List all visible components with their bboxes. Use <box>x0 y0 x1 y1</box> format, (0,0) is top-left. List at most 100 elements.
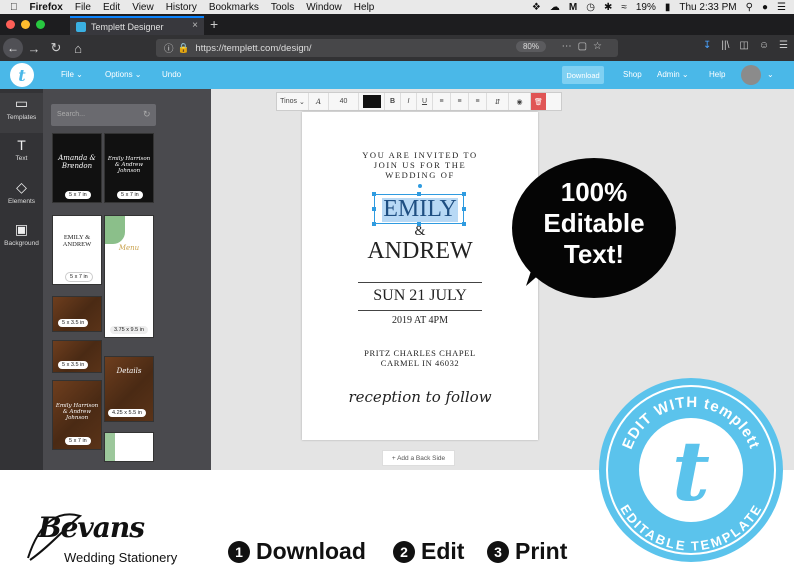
template-thumb[interactable]: Menu 3.75 x 9.5 in <box>104 215 154 338</box>
home-button[interactable]: ⌂ <box>67 41 89 56</box>
page-actions-icon[interactable]: ⋯▢☆ <box>562 41 608 52</box>
visibility-icon[interactable]: ◉ <box>509 93 531 110</box>
admin-menu[interactable]: Admin ⌄ <box>657 70 689 79</box>
invite-line-2[interactable]: JOIN US FOR THE <box>302 160 538 170</box>
template-thumb[interactable]: 5 x 3.5 in <box>52 340 102 373</box>
info-icon[interactable]: ⓘ <box>164 41 174 55</box>
spacing-icon[interactable]: ⇵ <box>487 93 509 110</box>
menu-history[interactable]: History <box>166 2 197 13</box>
menu-view[interactable]: View <box>132 2 154 13</box>
underline-button[interactable]: U <box>417 93 433 110</box>
template-thumb[interactable]: 5 x 3.5 in <box>52 296 102 332</box>
clock[interactable]: Thu 2:33 PM <box>679 2 736 13</box>
downloads-icon[interactable]: ↧ <box>703 40 711 51</box>
undo-button[interactable]: Undo <box>162 70 181 79</box>
forward-button[interactable]: → <box>23 41 45 56</box>
rail-background[interactable]: ▣ Background <box>0 219 43 259</box>
user-menu-chevron-icon[interactable]: ⌄ <box>767 70 774 79</box>
close-window-button[interactable] <box>6 20 15 29</box>
template-thumb[interactable]: EMILY & ANDREW 5 x 7 in <box>52 215 102 285</box>
battery-icon[interactable]: ▮ <box>665 2 671 13</box>
template-thumb[interactable]: Emily Harrison & Andrew Johnson 5 x 7 in <box>52 380 102 450</box>
rotate-handle[interactable] <box>418 184 422 188</box>
align-right-icon[interactable]: ≡ <box>469 93 487 110</box>
italic-button[interactable]: I <box>401 93 417 110</box>
menu-bookmarks[interactable]: Bookmarks <box>209 2 259 13</box>
invitation-page: YOU ARE INVITED TO JOIN US FOR THE WEDDI… <box>302 112 538 440</box>
reception-line[interactable]: reception to follow <box>302 388 538 406</box>
time-machine-icon[interactable]: ◷ <box>586 2 595 13</box>
template-thumb[interactable] <box>104 432 154 462</box>
text-icon: T <box>17 137 26 153</box>
refresh-icon[interactable]: ↻ <box>143 109 151 120</box>
templett-logo-icon[interactable]: t <box>10 63 34 87</box>
dropbox-icon[interactable]: ❖ <box>532 2 541 13</box>
menu-window[interactable]: Window <box>306 2 342 13</box>
account-button-icon[interactable]: ☺ <box>759 40 769 51</box>
add-back-side-button[interactable]: + Add a Back Side <box>382 450 455 466</box>
menu-help[interactable]: Help <box>354 2 375 13</box>
font-family-select[interactable]: Tinos ⌄ <box>277 93 309 110</box>
template-thumb[interactable]: Amanda & Brendon 5 x 7 in <box>52 133 102 203</box>
file-menu[interactable]: File ⌄ <box>61 70 83 79</box>
options-menu[interactable]: Options ⌄ <box>105 70 142 79</box>
align-left-icon[interactable]: ≡ <box>433 93 451 110</box>
font-size-input[interactable]: 40 <box>329 93 359 110</box>
close-tab-icon[interactable]: × <box>192 20 198 31</box>
hamburger-menu-icon[interactable]: ☰ <box>779 40 788 51</box>
invite-line-1[interactable]: YOU ARE INVITED TO <box>302 150 538 160</box>
reload-button[interactable]: ↻ <box>45 40 67 56</box>
zoom-window-button[interactable] <box>36 20 45 29</box>
zoom-level[interactable]: 80% <box>515 41 546 52</box>
help-link[interactable]: Help <box>709 70 725 79</box>
greenery-decoration <box>105 216 125 244</box>
menu-edit[interactable]: Edit <box>103 2 120 13</box>
venue-city[interactable]: CARMEL IN 46032 <box>302 358 538 368</box>
url-text[interactable]: https://templett.com/design/ <box>195 43 311 54</box>
lock-icon[interactable]: 🔒 <box>178 43 190 54</box>
font-style-icon[interactable]: A <box>309 93 329 110</box>
download-button[interactable]: Download <box>562 66 604 84</box>
new-tab-button[interactable]: + <box>210 16 218 32</box>
venue-name[interactable]: PRITZ CHARLES CHAPEL <box>302 348 538 358</box>
thumb-size-label: 5 x 7 in <box>65 191 91 199</box>
template-thumb[interactable]: Emily Harrison & Andrew Johnson 5 x 7 in <box>104 133 154 203</box>
malwarebytes-icon[interactable]: M <box>569 2 577 13</box>
align-center-icon[interactable]: ≡ <box>451 93 469 110</box>
template-thumb[interactable]: Details 4.25 x 5.5 in <box>104 356 154 422</box>
sidebar-icon[interactable]: ◫ <box>739 40 748 51</box>
url-bar[interactable]: ⓘ 🔒 https://templett.com/design/ 80% ⋯▢☆ <box>156 39 618 57</box>
groom-name[interactable]: ANDREW <box>302 238 538 265</box>
invite-line-3[interactable]: WEDDING OF <box>302 170 538 180</box>
user-avatar[interactable] <box>741 65 761 85</box>
rail-templates[interactable]: ▭ Templates <box>0 93 43 133</box>
bold-button[interactable]: B <box>385 93 401 110</box>
apple-icon[interactable]:  <box>10 2 18 13</box>
tab-templett-designer[interactable]: Templett Designer × <box>70 16 204 35</box>
back-button[interactable]: ← <box>3 38 23 58</box>
cloud-icon[interactable]: ☁ <box>550 2 560 13</box>
spotlight-icon[interactable]: ⚲ <box>746 2 753 13</box>
menu-firefox[interactable]: Firefox <box>30 2 63 13</box>
wedding-time[interactable]: 2019 AT 4PM <box>302 315 538 326</box>
color-picker[interactable] <box>359 93 385 110</box>
delete-icon[interactable]: 🗑 <box>531 93 546 110</box>
step-number: 1 <box>228 540 250 563</box>
minimize-window-button[interactable] <box>21 20 30 29</box>
wedding-date[interactable]: SUN 21 JULY <box>302 287 538 305</box>
menu-tools[interactable]: Tools <box>271 2 294 13</box>
account-icon[interactable]: ● <box>762 2 768 13</box>
rail-elements[interactable]: ◇ Elements <box>0 177 43 217</box>
list-icon[interactable]: ☰ <box>777 2 786 13</box>
menu-file[interactable]: File <box>75 2 91 13</box>
wifi-icon[interactable]: ≈ <box>621 2 627 13</box>
bluetooth-icon[interactable]: ✱ <box>604 2 612 13</box>
battery-percent[interactable]: 19% <box>636 2 656 13</box>
template-search-input[interactable]: Search... <box>51 104 156 126</box>
library-icon[interactable]: ||\ <box>721 40 729 51</box>
bride-name[interactable]: EMILY <box>302 196 538 223</box>
shop-link[interactable]: Shop <box>623 70 642 79</box>
step-number: 2 <box>393 540 415 563</box>
thumb-size-label: 5 x 7 in <box>117 191 143 199</box>
rail-text[interactable]: T Text <box>0 135 43 175</box>
